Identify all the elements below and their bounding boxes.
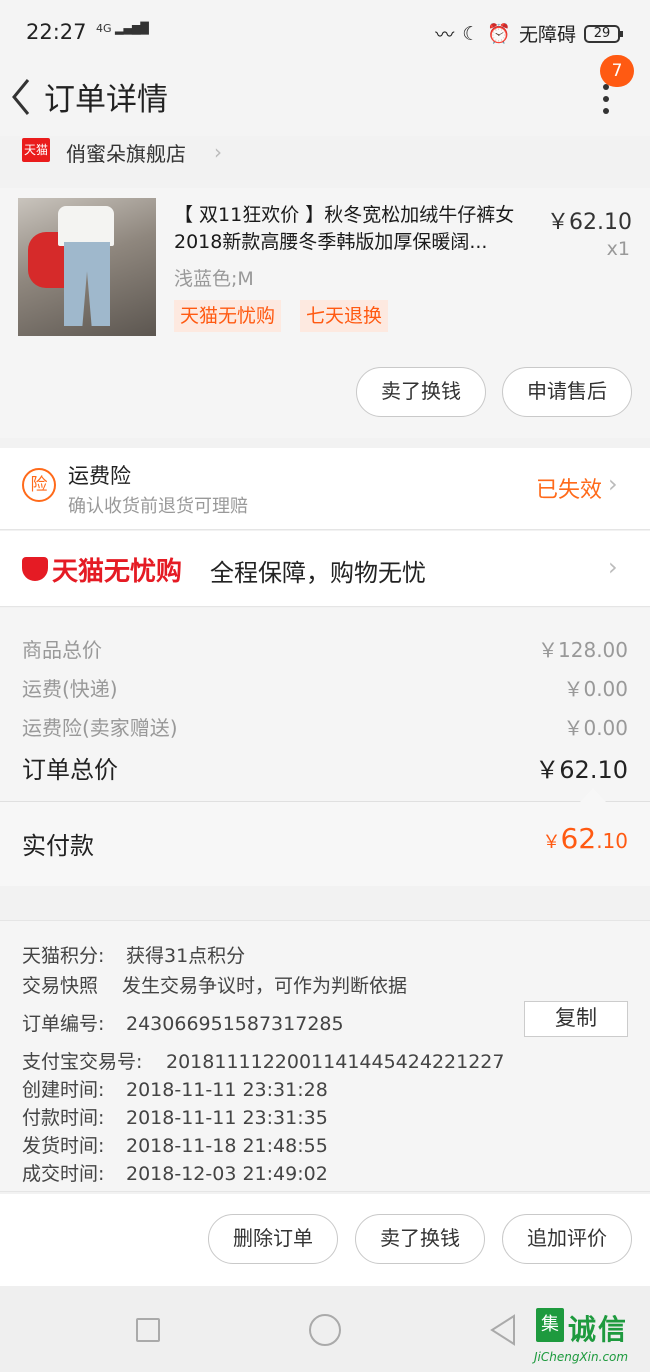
summary-value: ￥0.00: [563, 677, 628, 701]
pointer-notch: [580, 788, 606, 802]
delete-order-button[interactable]: 删除订单: [208, 1214, 338, 1264]
info-row-shipped: 发货时间: 2018-11-18 21:48:55: [22, 1135, 328, 1157]
insurance-subtitle: 确认收货前退货可理赔: [68, 496, 248, 517]
paid-amount-row: 实付款 ￥62.10: [0, 802, 650, 886]
insurance-status: 已失效: [536, 478, 603, 503]
chevron-right-icon: ›: [608, 553, 618, 581]
info-row-snapshot[interactable]: 交易快照 发生交易争议时，可作为判断依据: [22, 971, 407, 998]
product-price: ￥62.10: [547, 210, 632, 235]
guarantee-description: 全程保障，购物无忧: [210, 559, 426, 587]
insurance-icon: 险: [22, 468, 56, 502]
product-image[interactable]: [18, 198, 156, 336]
shipping-insurance-row[interactable]: 险 运费险 确认收货前退货可理赔 已失效 ›: [0, 448, 650, 530]
summary-label: 商品总价: [22, 638, 102, 662]
price-summary: 商品总价 ￥128.00 运费(快递) ￥0.00 运费险(卖家赠送) ￥0.0…: [0, 608, 650, 802]
summary-value: ￥0.00: [563, 716, 628, 740]
sell-button[interactable]: 卖了换钱: [356, 367, 486, 417]
product-quantity: x1: [606, 238, 630, 260]
order-total-value: ￥62.10: [535, 756, 628, 784]
accessibility-label: 无障碍: [518, 24, 576, 46]
tmall-logo-icon: 天猫: [22, 138, 50, 162]
summary-label: 运费险(卖家赠送): [22, 716, 178, 740]
product-sku: 浅蓝色;M: [174, 268, 254, 290]
vibrate-icon: 〰: [435, 24, 455, 46]
recent-apps-icon[interactable]: [136, 1318, 160, 1342]
product-title[interactable]: 【 双11狂欢价 】秋冬宽松加绒牛仔裤女2018新款高腰冬季韩版加厚保暖阔...: [174, 202, 536, 256]
signal-icon: 4G ▂▄▆█: [96, 22, 149, 35]
nav-bar: 订单详情: [0, 64, 650, 136]
order-total-label: 订单总价: [22, 756, 118, 784]
system-nav-bar: 集 诚信 JiChengXin.com: [0, 1286, 650, 1372]
store-header[interactable]: 天猫 俏蜜朵旗舰店 ›: [0, 136, 650, 188]
status-bar: 22:27 4G ▂▄▆█ 〰 ☾ ⏰ 无障碍 29: [0, 0, 650, 64]
info-row-points: 天猫积分: 获得31点积分: [22, 945, 246, 967]
status-time: 22:27: [26, 20, 87, 44]
back-icon[interactable]: [6, 70, 36, 120]
service-tag: 七天退换: [300, 300, 389, 332]
sell-button[interactable]: 卖了换钱: [355, 1214, 485, 1264]
product-card: 【 双11狂欢价 】秋冬宽松加绒牛仔裤女2018新款高腰冬季韩版加厚保暖阔...…: [0, 188, 650, 438]
tmall-shield-icon: [22, 557, 48, 581]
info-row-created: 创建时间: 2018-11-11 23:31:28: [22, 1079, 328, 1101]
insurance-title: 运费险: [68, 464, 131, 488]
bottom-actions: 删除订单 卖了换钱 追加评价: [0, 1194, 650, 1286]
service-tag: 天猫无忧购: [174, 300, 282, 332]
alarm-icon: ⏰: [487, 23, 511, 45]
moon-icon: ☾: [462, 22, 480, 45]
watermark-logo: 集 诚信 JiChengXin.com: [534, 1308, 650, 1372]
paid-amount: ￥62.10: [542, 822, 628, 855]
home-icon[interactable]: [309, 1314, 341, 1346]
guarantee-row[interactable]: 天猫无忧购 全程保障，购物无忧 ›: [0, 531, 650, 607]
after-sale-button[interactable]: 申请售后: [502, 367, 632, 417]
page-title: 订单详情: [44, 82, 168, 118]
order-total-row: 订单总价 ￥62.10: [22, 750, 628, 785]
chevron-right-icon: ›: [214, 140, 222, 164]
summary-row: 运费险(卖家赠送) ￥0.00: [22, 712, 628, 741]
info-row-paid: 付款时间: 2018-11-11 23:31:35: [22, 1107, 328, 1129]
summary-row: 运费(快递) ￥0.00: [22, 673, 628, 702]
info-row-completed: 成交时间: 2018-12-03 21:49:02: [22, 1163, 328, 1185]
guarantee-brand: 天猫无忧购: [52, 557, 183, 587]
battery-icon: 29: [584, 24, 623, 43]
paid-label: 实付款: [22, 832, 94, 860]
back-nav-icon[interactable]: [488, 1314, 518, 1346]
summary-row: 商品总价 ￥128.00: [22, 634, 628, 663]
order-info: 天猫积分: 获得31点积分 交易快照 发生交易争议时，可作为判断依据 订单编号: 24…: [0, 920, 650, 1192]
add-review-button[interactable]: 追加评价: [502, 1214, 632, 1264]
summary-label: 运费(快递): [22, 677, 118, 701]
copy-button[interactable]: 复制: [524, 1001, 628, 1037]
chevron-right-icon: ›: [608, 470, 618, 498]
info-row-alipay-no: 支付宝交易号: 2018111122001141445424221227: [22, 1051, 505, 1073]
notification-badge: 7: [600, 55, 634, 87]
summary-value: ￥128.00: [538, 638, 628, 662]
status-right: 〰 ☾ ⏰ 无障碍 29: [435, 20, 623, 47]
store-name[interactable]: 俏蜜朵旗舰店: [66, 138, 186, 167]
info-row-order-no: 订单编号: 243066951587317285: [22, 1013, 344, 1035]
